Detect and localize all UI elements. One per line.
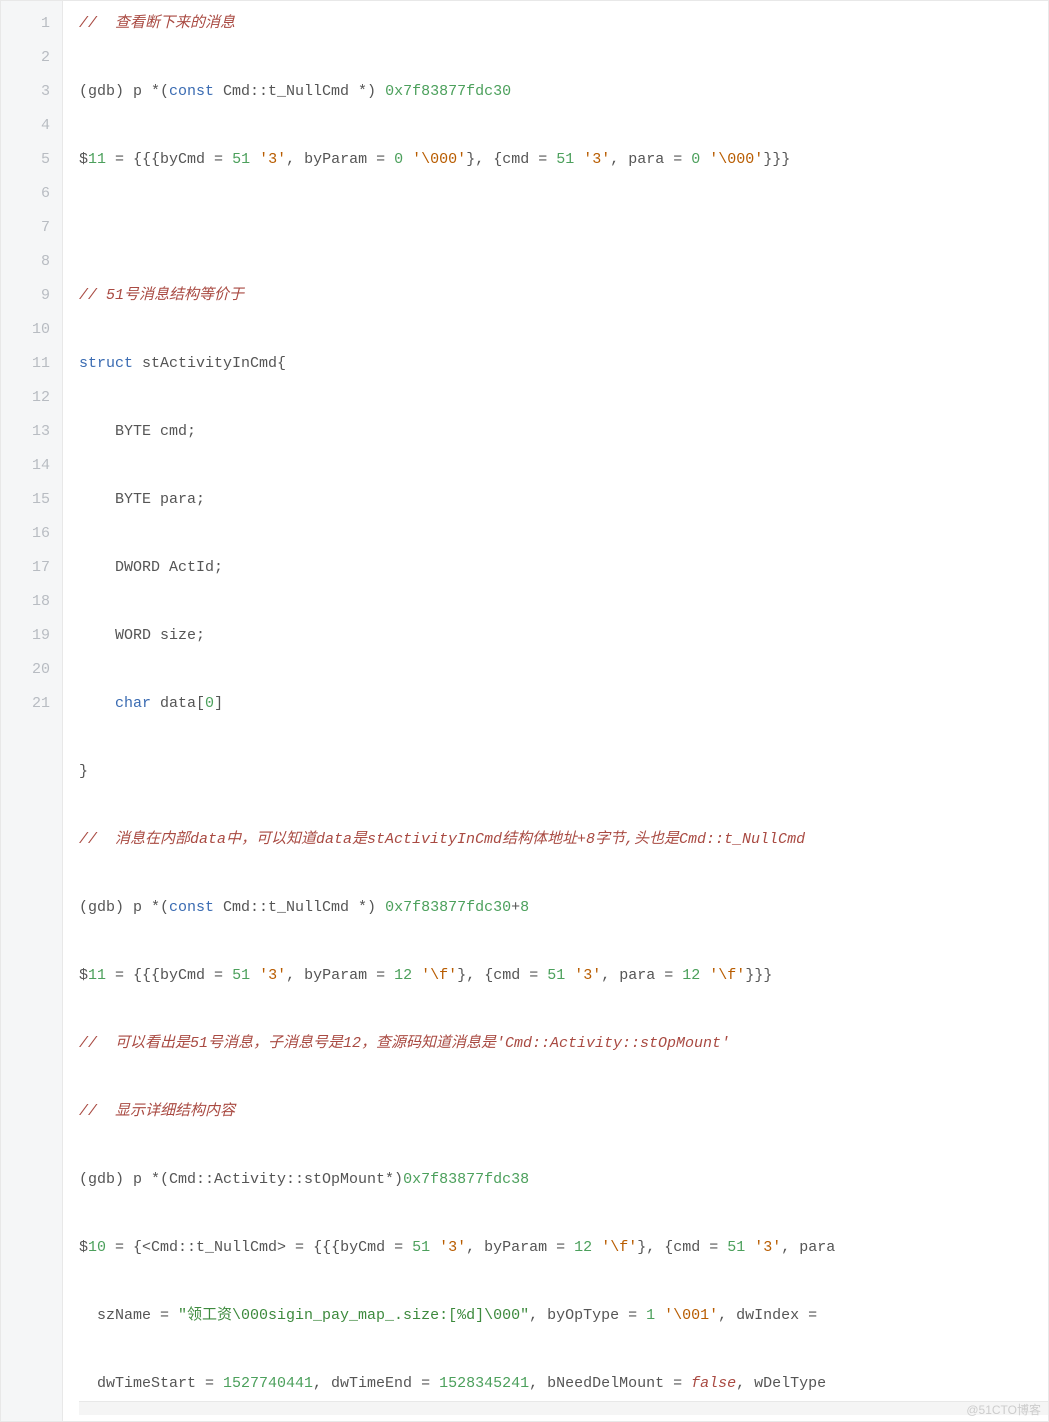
code-area[interactable]: // 查看断下来的消息 (gdb) p *(const Cmd::t_NullC… xyxy=(63,1,1048,1421)
line-number: 6 xyxy=(1,177,50,211)
line-number: 2 xyxy=(1,41,50,75)
code-comment: // 消息在内部data中，可以知道data是stActivityInCmd结构… xyxy=(79,831,805,848)
line-number: 7 xyxy=(1,211,50,245)
code-block: 1 2 3 4 5 6 7 8 9 10 11 12 13 14 15 16 1… xyxy=(0,0,1049,1422)
line-number: 5 xyxy=(1,143,50,177)
line-number: 12 xyxy=(1,381,50,415)
code-content: // 查看断下来的消息 (gdb) p *(const Cmd::t_NullC… xyxy=(79,7,1048,1401)
code-comment: // 查看断下来的消息 xyxy=(79,15,235,32)
line-number: 19 xyxy=(1,619,50,653)
line-number: 9 xyxy=(1,279,50,313)
horizontal-scrollbar[interactable] xyxy=(79,1401,1048,1415)
line-number: 14 xyxy=(1,449,50,483)
line-number: 13 xyxy=(1,415,50,449)
line-number: 17 xyxy=(1,551,50,585)
line-number: 18 xyxy=(1,585,50,619)
line-number: 3 xyxy=(1,75,50,109)
line-number: 11 xyxy=(1,347,50,381)
line-number: 1 xyxy=(1,7,50,41)
code-comment: // 可以看出是51号消息，子消息号是12，查源码知道消息是'Cmd::Acti… xyxy=(79,1035,730,1052)
line-number: 20 xyxy=(1,653,50,687)
line-number: 10 xyxy=(1,313,50,347)
line-number: 4 xyxy=(1,109,50,143)
code-comment: // 51号消息结构等价于 xyxy=(79,287,244,304)
watermark: @51CTO博客 xyxy=(966,1401,1041,1418)
line-number-gutter: 1 2 3 4 5 6 7 8 9 10 11 12 13 14 15 16 1… xyxy=(1,1,63,1421)
line-number: 21 xyxy=(1,687,50,721)
line-number: 16 xyxy=(1,517,50,551)
code-comment: // 显示详细结构内容 xyxy=(79,1103,235,1120)
line-number: 8 xyxy=(1,245,50,279)
line-number: 15 xyxy=(1,483,50,517)
